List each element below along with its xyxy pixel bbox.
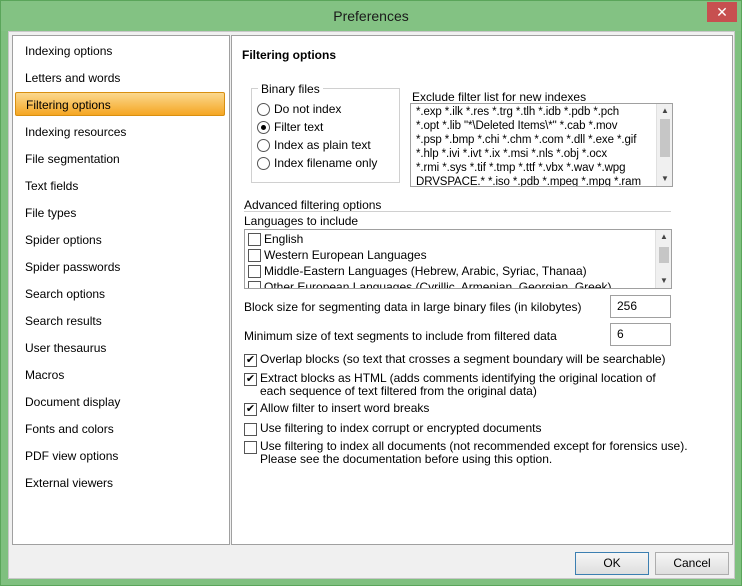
radio-index-filename-only[interactable]: Index filename only [257, 154, 377, 172]
option-corrupt-encrypted[interactable]: Use filtering to index corrupt or encryp… [244, 422, 670, 436]
preferences-window: Preferences ✕ Indexing options Letters a… [0, 0, 742, 586]
scroll-up-icon[interactable]: ▲ [657, 104, 672, 118]
radio-filter-text[interactable]: Filter text [257, 118, 323, 136]
radio-circle-selected[interactable] [257, 120, 270, 134]
checkbox[interactable] [248, 248, 261, 262]
close-button[interactable]: ✕ [707, 2, 737, 22]
scroll-down-icon[interactable]: ▼ [657, 172, 672, 186]
checkbox[interactable] [248, 232, 261, 246]
sidebar-item-spider-options[interactable]: Spider options [15, 228, 225, 252]
panel-title: Filtering options [242, 48, 336, 62]
checkbox-checked[interactable]: ✔ [244, 354, 257, 367]
radio-label: Do not index [274, 102, 342, 116]
languages-label: Languages to include [244, 214, 359, 228]
radio-label: Index filename only [274, 156, 378, 170]
block-size-input[interactable]: 256 [610, 295, 671, 318]
option-extract-html[interactable]: ✔ Extract blocks as HTML (adds comments … [244, 372, 670, 398]
sidebar-item-external-viewers[interactable]: External viewers [15, 471, 225, 495]
languages-scrollbar[interactable]: ▲ ▼ [655, 230, 671, 288]
option-index-all-documents[interactable]: Use filtering to index all documents (no… [244, 440, 700, 466]
sidebar-item-search-options[interactable]: Search options [15, 282, 225, 306]
sidebar-item-spider-passwords[interactable]: Spider passwords [15, 255, 225, 279]
language-label: Western European Languages [264, 248, 427, 262]
language-item[interactable]: Other European Languages (Cyrillic, Arme… [248, 279, 612, 289]
checkbox-checked[interactable]: ✔ [244, 373, 257, 386]
language-item[interactable]: Middle-Eastern Languages (Hebrew, Arabic… [248, 263, 587, 279]
sidebar-item-indexing-resources[interactable]: Indexing resources [15, 120, 225, 144]
sidebar-item-user-thesaurus[interactable]: User thesaurus [15, 336, 225, 360]
min-size-input[interactable]: 6 [610, 323, 671, 346]
sidebar-item-fonts-and-colors[interactable]: Fonts and colors [15, 417, 225, 441]
radio-circle[interactable] [257, 156, 270, 170]
checkbox-checked[interactable]: ✔ [244, 403, 257, 416]
sidebar-item-text-fields[interactable]: Text fields [15, 174, 225, 198]
checkbox[interactable] [244, 423, 257, 436]
sidebar-item-search-results[interactable]: Search results [15, 309, 225, 333]
option-label: Use filtering to index all documents (no… [260, 439, 688, 466]
exclude-line: *.opt *.lib "*\Deleted Items\*" *.cab *.… [416, 120, 618, 132]
option-label: Use filtering to index corrupt or encryp… [260, 421, 542, 435]
scroll-thumb[interactable] [659, 247, 669, 263]
exclude-list-label: Exclude filter list for new indexes [412, 90, 587, 104]
sidebar-item-macros[interactable]: Macros [15, 363, 225, 387]
language-label: Other European Languages (Cyrillic, Arme… [264, 280, 612, 289]
languages-list[interactable]: English Western European Languages Middl… [244, 229, 672, 289]
option-label: Overlap blocks (so text that crosses a s… [260, 352, 666, 366]
scroll-down-icon[interactable]: ▼ [656, 274, 671, 288]
radio-label: Filter text [274, 120, 324, 134]
scroll-thumb[interactable] [660, 119, 670, 157]
sidebar-item-pdf-view-options[interactable]: PDF view options [15, 444, 225, 468]
sidebar-item-document-display[interactable]: Document display [15, 390, 225, 414]
filtering-options-panel: Filtering options Binary files Do not in… [231, 35, 733, 545]
window-title: Preferences [333, 8, 409, 24]
sidebar-item-file-segmentation[interactable]: File segmentation [15, 147, 225, 171]
option-label: Extract blocks as HTML (adds comments id… [260, 371, 656, 398]
language-item[interactable]: Western European Languages [248, 247, 427, 263]
advanced-filtering-label: Advanced filtering options [244, 198, 382, 212]
radio-index-as-plain-text[interactable]: Index as plain text [257, 136, 371, 154]
checkbox[interactable] [248, 280, 261, 288]
exclude-line: DRVSPACE.* *.iso *.pdb *.mpeg *.mpg *.ra… [416, 176, 641, 187]
exclude-line: *.exp *.ilk *.res *.trg *.tlh *.idb *.pd… [416, 106, 620, 118]
sidebar-item-letters-and-words[interactable]: Letters and words [15, 66, 225, 90]
exclude-scrollbar[interactable]: ▲ ▼ [656, 104, 672, 186]
exclude-line: *.rmi *.sys *.tif *.tmp *.ttf *.vbx *.wa… [416, 162, 626, 174]
sidebar-item-file-types[interactable]: File types [15, 201, 225, 225]
option-word-breaks[interactable]: ✔ Allow filter to insert word breaks [244, 402, 670, 416]
exclude-line: *.psp *.bmp *.chi *.chm *.com *.dll *.ex… [416, 134, 637, 146]
radio-label: Index as plain text [274, 138, 371, 152]
radio-do-not-index[interactable]: Do not index [257, 100, 341, 118]
min-size-label: Minimum size of text segments to include… [244, 329, 557, 343]
scroll-up-icon[interactable]: ▲ [656, 230, 671, 244]
exclude-list-textarea[interactable]: *.exp *.ilk *.res *.trg *.tlh *.idb *.pd… [410, 103, 673, 187]
ok-button[interactable]: OK [575, 552, 649, 575]
binary-files-label: Binary files [258, 82, 323, 96]
radio-circle[interactable] [257, 102, 270, 116]
language-label: English [264, 232, 304, 246]
cancel-button[interactable]: Cancel [655, 552, 729, 575]
checkbox[interactable] [248, 264, 261, 278]
advanced-divider [244, 211, 671, 212]
language-item[interactable]: English [248, 231, 303, 247]
language-label: Middle-Eastern Languages (Hebrew, Arabic… [264, 264, 587, 278]
title-bar: Preferences ✕ [1, 1, 741, 31]
option-label: Allow filter to insert word breaks [260, 401, 430, 415]
dialog-client: Indexing options Letters and words Filte… [8, 31, 735, 579]
sidebar-item-indexing-options[interactable]: Indexing options [15, 39, 225, 63]
option-overlap-blocks[interactable]: ✔ Overlap blocks (so text that crosses a… [244, 353, 670, 367]
radio-circle[interactable] [257, 138, 270, 152]
sidebar-item-filtering-options[interactable]: Filtering options [15, 92, 225, 116]
checkbox[interactable] [244, 441, 257, 454]
exclude-line: *.hlp *.ivi *.ivt *.ix *.msi *.nls *.obj… [416, 148, 607, 160]
sidebar: Indexing options Letters and words Filte… [12, 35, 230, 545]
block-size-label: Block size for segmenting data in large … [244, 300, 582, 314]
